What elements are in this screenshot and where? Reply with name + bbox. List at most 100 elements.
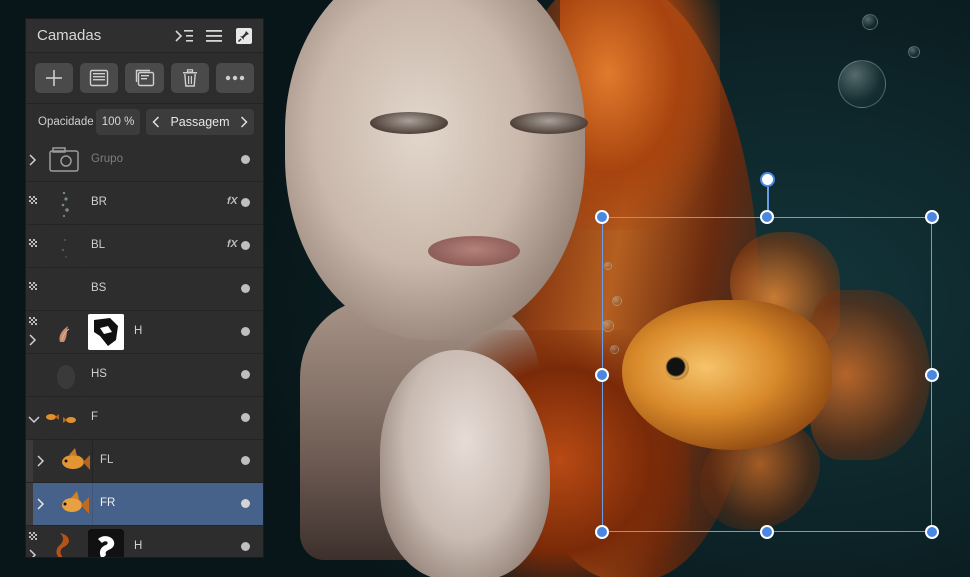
resize-handle-bottom[interactable] xyxy=(760,525,774,539)
visibility-dot[interactable] xyxy=(241,542,250,551)
chevron-right-icon[interactable] xyxy=(238,115,250,129)
layer-row-hs[interactable]: HS xyxy=(26,354,263,397)
thumbnail-divider xyxy=(92,483,93,525)
group-indent-bar xyxy=(26,483,33,525)
layer-name: Grupo xyxy=(91,153,123,165)
layer-row-bl[interactable]: BL fX xyxy=(26,225,263,268)
visibility-dot[interactable] xyxy=(241,413,250,422)
resize-handle-bottom-right[interactable] xyxy=(925,525,939,539)
layer-name: H xyxy=(134,325,143,337)
visibility-dot[interactable] xyxy=(241,284,250,293)
bubble xyxy=(908,46,920,58)
layer-row-br[interactable]: BR fX xyxy=(26,182,263,225)
visibility-dot[interactable] xyxy=(241,198,250,207)
layer-row-f[interactable]: F xyxy=(26,397,263,440)
checkerboard-icon xyxy=(29,239,37,247)
layer-thumbnail xyxy=(46,271,82,307)
opacity-field[interactable]: 100 % xyxy=(96,108,140,135)
panel-title: Camadas xyxy=(37,27,102,44)
chevron-right-icon[interactable] xyxy=(36,497,48,511)
layer-thumbnail xyxy=(46,314,82,350)
layer-row-fr[interactable]: FR xyxy=(26,483,263,526)
selection-bounding-box[interactable] xyxy=(602,217,932,532)
checkerboard-icon xyxy=(29,317,37,325)
fx-icon[interactable]: fX xyxy=(227,195,238,207)
blend-mode-value: Passagem xyxy=(170,114,230,129)
chevron-right-icon[interactable] xyxy=(28,548,40,557)
layer-row-grupo[interactable]: Grupo xyxy=(26,139,263,182)
chevron-down-icon[interactable] xyxy=(27,412,41,426)
layer-thumbnail xyxy=(55,486,91,522)
layer-name: BS xyxy=(91,282,107,294)
add-group-button[interactable] xyxy=(125,63,164,93)
resize-handle-right[interactable] xyxy=(925,368,939,382)
add-layer-button[interactable] xyxy=(35,63,74,93)
left-eye-shape xyxy=(370,112,448,134)
resize-handle-top-left[interactable] xyxy=(595,210,609,224)
thumbnail-divider xyxy=(92,440,93,482)
layer-name: HS xyxy=(91,368,107,380)
layer-thumbnail xyxy=(42,400,78,436)
visibility-dot[interactable] xyxy=(241,456,250,465)
adjustment-icon xyxy=(90,69,109,87)
visibility-dot[interactable] xyxy=(241,241,250,250)
visibility-dot[interactable] xyxy=(241,499,250,508)
chevron-right-icon[interactable] xyxy=(28,153,40,167)
panel-header: Camadas xyxy=(26,19,263,53)
fx-icon[interactable]: fX xyxy=(227,238,238,250)
rotation-handle[interactable] xyxy=(760,172,775,187)
chevron-right-icon[interactable] xyxy=(28,333,40,347)
resize-handle-top-right[interactable] xyxy=(925,210,939,224)
pin-icon[interactable] xyxy=(233,25,255,47)
layer-name: FR xyxy=(100,497,116,509)
layer-mask-thumbnail[interactable] xyxy=(88,314,124,350)
layer-row-h-2[interactable]: H xyxy=(26,526,263,557)
blend-mode-selector[interactable]: Passagem xyxy=(146,108,254,135)
menu-icon[interactable] xyxy=(203,25,225,47)
child-layers-icon[interactable] xyxy=(173,25,195,47)
visibility-dot[interactable] xyxy=(241,327,250,336)
layer-row-bs[interactable]: BS xyxy=(26,268,263,311)
layer-thumbnail xyxy=(46,142,82,178)
right-eye-shape xyxy=(510,112,588,134)
checkerboard-icon xyxy=(29,196,37,204)
resize-handle-bottom-left[interactable] xyxy=(595,525,609,539)
group-icon xyxy=(135,69,154,87)
visibility-dot[interactable] xyxy=(241,370,250,379)
resize-handle-top[interactable] xyxy=(760,210,774,224)
group-indent-bar xyxy=(26,440,33,482)
layer-thumbnail xyxy=(44,529,80,557)
layer-name: BR xyxy=(91,196,107,208)
layers-list: Grupo BR fX BL fX BS H HS F FL FR H xyxy=(26,139,263,557)
layer-row-h[interactable]: H xyxy=(26,311,263,354)
layers-toolbar xyxy=(26,53,263,104)
chevron-right-icon[interactable] xyxy=(36,454,48,468)
layer-thumbnail xyxy=(55,443,91,479)
face-shape xyxy=(285,0,585,340)
resize-handle-left[interactable] xyxy=(595,368,609,382)
delete-layer-button[interactable] xyxy=(170,63,209,93)
plus-icon xyxy=(46,70,63,86)
layer-thumbnail xyxy=(46,228,82,264)
checkerboard-icon xyxy=(29,532,37,540)
trash-icon xyxy=(182,69,197,87)
group-folder-icon xyxy=(49,147,79,172)
layer-row-fl[interactable]: FL xyxy=(26,440,263,483)
chevron-left-icon[interactable] xyxy=(150,115,162,129)
layer-thumbnail xyxy=(46,357,82,393)
layer-name: H xyxy=(134,540,143,552)
more-icon xyxy=(225,75,245,81)
layer-mask-thumbnail[interactable] xyxy=(88,529,124,557)
layer-thumbnail xyxy=(46,185,82,221)
add-adjustment-button[interactable] xyxy=(80,63,119,93)
layer-name: FL xyxy=(100,454,114,466)
more-button[interactable] xyxy=(215,63,255,93)
layer-name: BL xyxy=(91,239,106,251)
bubble xyxy=(862,14,878,30)
bubble xyxy=(838,60,886,108)
opacity-label: Opacidade xyxy=(38,115,94,128)
visibility-dot[interactable] xyxy=(241,155,250,164)
lips-shape xyxy=(428,236,520,266)
layers-panel: Camadas Opacidade 100 % Passagem Grupo B… xyxy=(25,18,264,558)
opacity-row: Opacidade 100 % Passagem xyxy=(26,104,263,140)
